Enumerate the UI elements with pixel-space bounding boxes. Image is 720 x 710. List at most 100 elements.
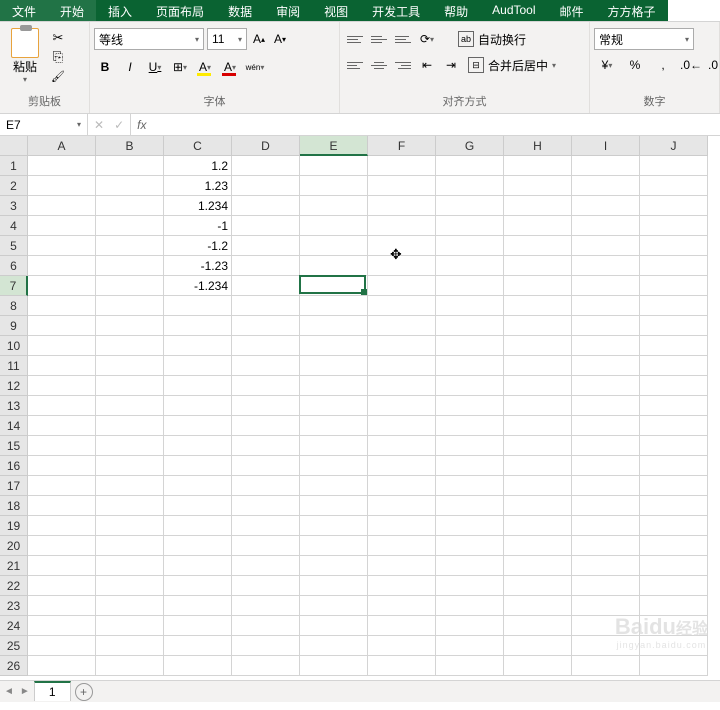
cancel-formula-button[interactable]: ✕ — [94, 118, 104, 132]
cell-F22[interactable] — [368, 576, 436, 596]
decrease-indent-button[interactable]: ⇤ — [416, 54, 438, 76]
cell-E6[interactable] — [300, 256, 368, 276]
cell-J13[interactable] — [640, 396, 708, 416]
cell-G13[interactable] — [436, 396, 504, 416]
cell-D24[interactable] — [232, 616, 300, 636]
cell-F23[interactable] — [368, 596, 436, 616]
sheet-next-button[interactable]: ► — [20, 686, 30, 697]
cell-F10[interactable] — [368, 336, 436, 356]
cell-J3[interactable] — [640, 196, 708, 216]
cell-J19[interactable] — [640, 516, 708, 536]
cell-D25[interactable] — [232, 636, 300, 656]
cell-B7[interactable] — [96, 276, 164, 296]
cell-C22[interactable] — [164, 576, 232, 596]
cell-J10[interactable] — [640, 336, 708, 356]
cell-E10[interactable] — [300, 336, 368, 356]
cell-I16[interactable] — [572, 456, 640, 476]
row-header-25[interactable]: 25 — [0, 636, 28, 656]
cell-J14[interactable] — [640, 416, 708, 436]
row-header-12[interactable]: 12 — [0, 376, 28, 396]
cell-A25[interactable] — [28, 636, 96, 656]
cell-J26[interactable] — [640, 656, 708, 676]
cell-A3[interactable] — [28, 196, 96, 216]
row-header-18[interactable]: 18 — [0, 496, 28, 516]
cell-D3[interactable] — [232, 196, 300, 216]
cell-E5[interactable] — [300, 236, 368, 256]
cell-G25[interactable] — [436, 636, 504, 656]
cell-H11[interactable] — [504, 356, 572, 376]
cell-G4[interactable] — [436, 216, 504, 236]
cell-E11[interactable] — [300, 356, 368, 376]
cell-F8[interactable] — [368, 296, 436, 316]
cell-E9[interactable] — [300, 316, 368, 336]
cells-area[interactable]: 1.21.231.234-1-1.2-1.23-1.234 — [28, 156, 708, 676]
increase-decimal-button[interactable]: .0← — [678, 54, 704, 76]
cell-G16[interactable] — [436, 456, 504, 476]
cell-A24[interactable] — [28, 616, 96, 636]
align-left-button[interactable] — [344, 55, 366, 75]
cell-G17[interactable] — [436, 476, 504, 496]
cell-J21[interactable] — [640, 556, 708, 576]
format-painter-button[interactable] — [48, 68, 68, 84]
cell-H2[interactable] — [504, 176, 572, 196]
cell-H14[interactable] — [504, 416, 572, 436]
col-header-B[interactable]: B — [96, 136, 164, 156]
cell-E7[interactable] — [300, 276, 368, 296]
cell-B21[interactable] — [96, 556, 164, 576]
cell-D22[interactable] — [232, 576, 300, 596]
cell-C13[interactable] — [164, 396, 232, 416]
tab-insert[interactable]: 插入 — [96, 0, 144, 21]
row-header-11[interactable]: 11 — [0, 356, 28, 376]
cell-C21[interactable] — [164, 556, 232, 576]
cell-C1[interactable]: 1.2 — [164, 156, 232, 176]
cell-B10[interactable] — [96, 336, 164, 356]
cell-C4[interactable]: -1 — [164, 216, 232, 236]
increase-indent-button[interactable]: ⇥ — [440, 54, 462, 76]
cell-C17[interactable] — [164, 476, 232, 496]
cell-J2[interactable] — [640, 176, 708, 196]
cell-A22[interactable] — [28, 576, 96, 596]
cell-E3[interactable] — [300, 196, 368, 216]
row-header-24[interactable]: 24 — [0, 616, 28, 636]
cell-A23[interactable] — [28, 596, 96, 616]
cell-B1[interactable] — [96, 156, 164, 176]
cell-G6[interactable] — [436, 256, 504, 276]
cell-F17[interactable] — [368, 476, 436, 496]
row-header-6[interactable]: 6 — [0, 256, 28, 276]
cell-E4[interactable] — [300, 216, 368, 236]
cell-G20[interactable] — [436, 536, 504, 556]
cell-D19[interactable] — [232, 516, 300, 536]
cell-F13[interactable] — [368, 396, 436, 416]
cell-B4[interactable] — [96, 216, 164, 236]
tab-mail[interactable]: 邮件 — [548, 0, 596, 21]
row-header-7[interactable]: 7 — [0, 276, 28, 296]
cell-J17[interactable] — [640, 476, 708, 496]
cell-E17[interactable] — [300, 476, 368, 496]
merge-center-button[interactable]: ⊟合并后居中▾ — [464, 55, 560, 76]
cell-A5[interactable] — [28, 236, 96, 256]
cell-J24[interactable] — [640, 616, 708, 636]
cell-G8[interactable] — [436, 296, 504, 316]
col-header-H[interactable]: H — [504, 136, 572, 156]
decrease-font-button[interactable]: A▾ — [271, 29, 289, 49]
cell-I3[interactable] — [572, 196, 640, 216]
row-header-5[interactable]: 5 — [0, 236, 28, 256]
cell-H15[interactable] — [504, 436, 572, 456]
cell-B22[interactable] — [96, 576, 164, 596]
cell-F20[interactable] — [368, 536, 436, 556]
cell-A6[interactable] — [28, 256, 96, 276]
cell-H16[interactable] — [504, 456, 572, 476]
cell-G23[interactable] — [436, 596, 504, 616]
currency-button[interactable]: ¥▾ — [594, 54, 620, 76]
cell-I22[interactable] — [572, 576, 640, 596]
cell-J5[interactable] — [640, 236, 708, 256]
cell-D4[interactable] — [232, 216, 300, 236]
cell-D23[interactable] — [232, 596, 300, 616]
cell-J7[interactable] — [640, 276, 708, 296]
cell-A1[interactable] — [28, 156, 96, 176]
cell-E25[interactable] — [300, 636, 368, 656]
cell-G26[interactable] — [436, 656, 504, 676]
cell-C7[interactable]: -1.234 — [164, 276, 232, 296]
row-header-19[interactable]: 19 — [0, 516, 28, 536]
align-top-button[interactable] — [344, 29, 366, 49]
